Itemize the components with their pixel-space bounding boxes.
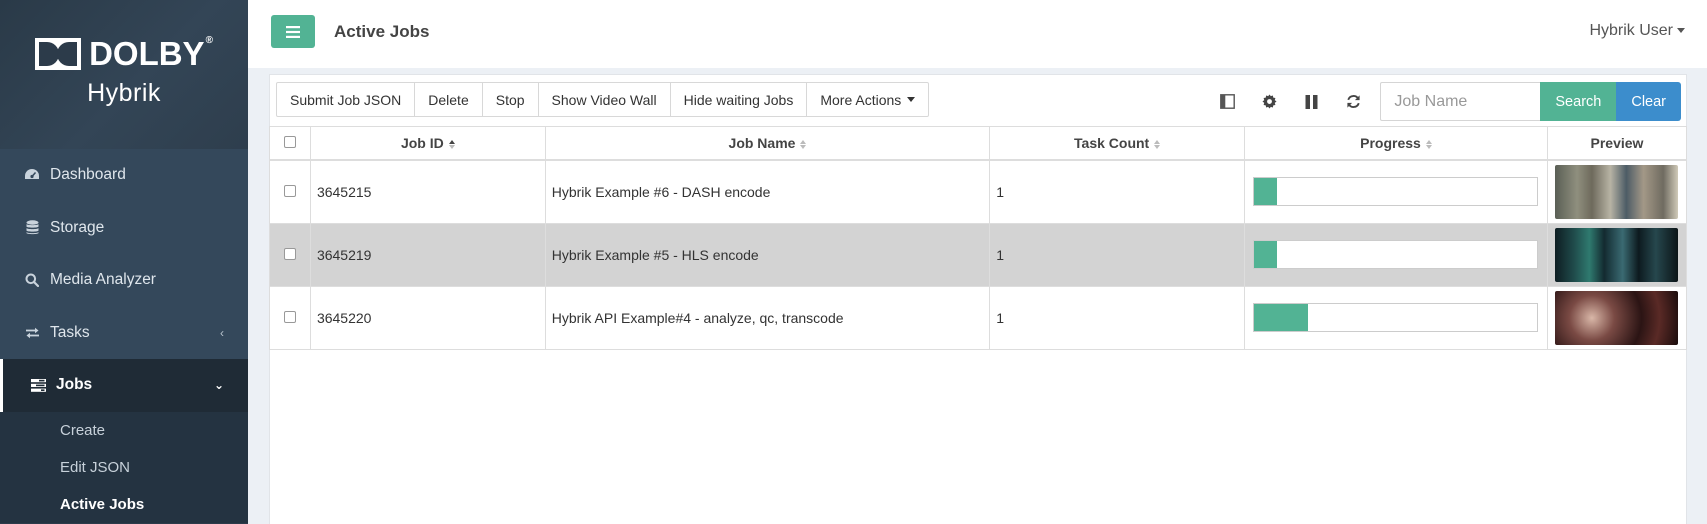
sidebar-item-storage[interactable]: Storage (0, 201, 248, 254)
column-header-preview: Preview (1546, 126, 1688, 161)
table-tools: Search Clear (1206, 82, 1681, 121)
hamburger-icon (286, 25, 300, 38)
sidebar-nav: Dashboard Storage Media Analyzer Tasks ‹ (0, 149, 248, 523)
tasks-icon (30, 377, 46, 393)
task-count-cell: 1 (989, 159, 1245, 224)
sort-icon (1154, 139, 1161, 149)
search-button[interactable]: Search (1540, 82, 1617, 121)
sort-ascending-icon (448, 139, 455, 149)
progress-bar (1252, 303, 1538, 332)
sidebar-item-label: Media Analyzer (50, 271, 156, 289)
sort-icon (1425, 139, 1432, 149)
table-row[interactable]: 3645215 Hybrik Example #6 - DASH encode … (269, 159, 1688, 224)
database-icon (24, 220, 40, 236)
sidebar-item-label: Storage (50, 218, 105, 236)
sidebar-subitem-active-jobs[interactable]: Active Jobs (0, 486, 248, 523)
brand[interactable]: DOLBY® Hybrik (0, 0, 248, 149)
top-header: Active Jobs Hybrik User (248, 0, 1707, 68)
table-header-row: Job ID Job Name Task Count Progress Prev… (269, 126, 1688, 161)
column-header-job-name[interactable]: Job Name (544, 126, 991, 161)
jobs-panel: Submit Job JSON Delete Stop Show Video W… (269, 74, 1688, 524)
row-checkbox[interactable] (283, 184, 296, 197)
table-row[interactable]: 3645219 Hybrik Example #5 - HLS encode 1 (269, 222, 1688, 287)
refresh-button[interactable] (1332, 82, 1374, 121)
product-name: Hybrik (87, 79, 161, 107)
select-all-header (269, 126, 311, 161)
delete-button[interactable]: Delete (414, 82, 483, 117)
job-action-toolbar: Submit Job JSON Delete Stop Show Video W… (276, 82, 930, 117)
job-name-cell: Hybrik Example #6 - DASH encode (544, 159, 991, 224)
dashboard-icon (24, 167, 40, 183)
caret-down-icon (907, 97, 916, 102)
sidebar-item-jobs[interactable]: Jobs ⌄ (0, 359, 248, 412)
task-count-cell: 1 (989, 285, 1245, 350)
user-name: Hybrik User (1589, 22, 1673, 39)
sidebar-item-label: Jobs (56, 376, 93, 394)
job-name-search-input[interactable] (1380, 82, 1541, 121)
dolby-logo: DOLBY® (35, 35, 213, 73)
preview-thumbnail[interactable] (1554, 227, 1678, 282)
select-all-checkbox[interactable] (283, 135, 296, 148)
sidebar-subitem-create[interactable]: Create (0, 412, 248, 449)
job-name-cell: Hybrik API Example#4 - analyze, qc, tran… (544, 285, 991, 350)
table-row[interactable]: 3645220 Hybrik API Example#4 - analyze, … (269, 285, 1688, 350)
progress-bar-fill (1253, 304, 1308, 331)
clear-button[interactable]: Clear (1616, 82, 1681, 121)
dolby-wordmark: DOLBY® (89, 35, 213, 72)
pause-icon (1305, 94, 1318, 109)
progress-bar (1252, 177, 1538, 206)
sidebar-item-dashboard[interactable]: Dashboard (0, 149, 248, 202)
progress-bar-fill (1253, 241, 1277, 268)
job-id-cell: 3645220 (309, 285, 546, 350)
sidebar-item-tasks[interactable]: Tasks ‹ (0, 306, 248, 359)
job-name-cell: Hybrik Example #5 - HLS encode (544, 222, 991, 287)
preview-thumbnail[interactable] (1554, 290, 1678, 345)
gear-icon (1262, 94, 1277, 109)
task-count-cell: 1 (989, 222, 1245, 287)
jobs-table: Job ID Job Name Task Count Progress Prev… (269, 126, 1688, 350)
progress-bar (1252, 240, 1538, 269)
show-video-wall-button[interactable]: Show Video Wall (537, 82, 671, 117)
user-menu[interactable]: Hybrik User (1589, 22, 1685, 40)
search-icon (24, 272, 40, 288)
page-title: Active Jobs (334, 22, 430, 41)
settings-button[interactable] (1248, 82, 1290, 121)
sidebar: DOLBY® Hybrik Dashboard Storage Media An… (0, 0, 248, 524)
dolby-double-d-icon (35, 38, 82, 70)
sidebar-item-media-analyzer[interactable]: Media Analyzer (0, 254, 248, 307)
row-checkbox[interactable] (283, 310, 296, 323)
refresh-icon (1347, 95, 1360, 108)
sidebar-item-label: Tasks (50, 323, 90, 341)
submit-job-json-button[interactable]: Submit Job JSON (276, 82, 416, 117)
more-actions-dropdown[interactable]: More Actions (806, 82, 930, 117)
job-id-cell: 3645215 (309, 159, 546, 224)
chevron-down-icon: ⌄ (213, 378, 224, 393)
sidebar-toggle-button[interactable] (271, 15, 315, 48)
exchange-icon (24, 325, 40, 341)
sidebar-item-label: Dashboard (50, 166, 126, 184)
job-id-cell: 3645219 (309, 222, 546, 287)
stop-button[interactable]: Stop (481, 82, 539, 117)
column-header-progress[interactable]: Progress (1243, 126, 1548, 161)
hide-waiting-jobs-button[interactable]: Hide waiting Jobs (669, 82, 808, 117)
preview-thumbnail[interactable] (1554, 164, 1678, 219)
sidebar-subitem-edit-json[interactable]: Edit JSON (0, 449, 248, 486)
pause-button[interactable] (1290, 82, 1332, 121)
caret-down-icon (1677, 28, 1685, 34)
columns-toggle-button[interactable] (1206, 82, 1248, 121)
progress-bar-fill (1253, 178, 1277, 205)
columns-icon (1219, 94, 1235, 109)
chevron-left-icon: ‹ (220, 325, 224, 340)
column-header-task-count[interactable]: Task Count (989, 126, 1245, 161)
jobs-subnav: Create Edit JSON Active Jobs (0, 411, 248, 523)
row-checkbox[interactable] (283, 247, 296, 260)
column-header-job-id[interactable]: Job ID (309, 126, 546, 161)
sort-icon (800, 139, 807, 149)
